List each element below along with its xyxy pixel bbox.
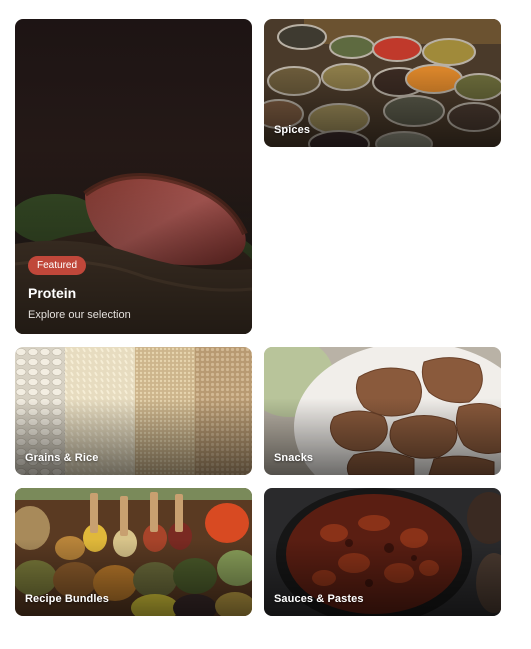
snacks-label: Snacks: [274, 452, 314, 464]
grains-label: Grains & Rice: [25, 452, 99, 464]
category-grid: Featured Protein Explore our selection S…: [0, 0, 531, 649]
protein-title: Protein: [28, 285, 77, 301]
featured-badge: Featured: [28, 256, 87, 275]
protein-content: Featured Protein Explore our selection: [28, 255, 239, 321]
protein-subtitle: Explore our selection: [28, 309, 131, 321]
category-card-bundles[interactable]: Recipe Bundles: [15, 488, 252, 616]
category-card-grains[interactable]: Grains & Rice: [15, 347, 252, 475]
category-card-spices[interactable]: Spices: [264, 19, 501, 147]
category-card-snacks[interactable]: Snacks: [264, 347, 501, 475]
category-card-sauces[interactable]: Sauces & Pastes: [264, 488, 501, 616]
category-card-protein[interactable]: Featured Protein Explore our selection: [15, 19, 252, 334]
sauces-label: Sauces & Pastes: [274, 593, 364, 605]
spices-label: Spices: [274, 124, 311, 136]
bundles-label: Recipe Bundles: [25, 593, 109, 605]
